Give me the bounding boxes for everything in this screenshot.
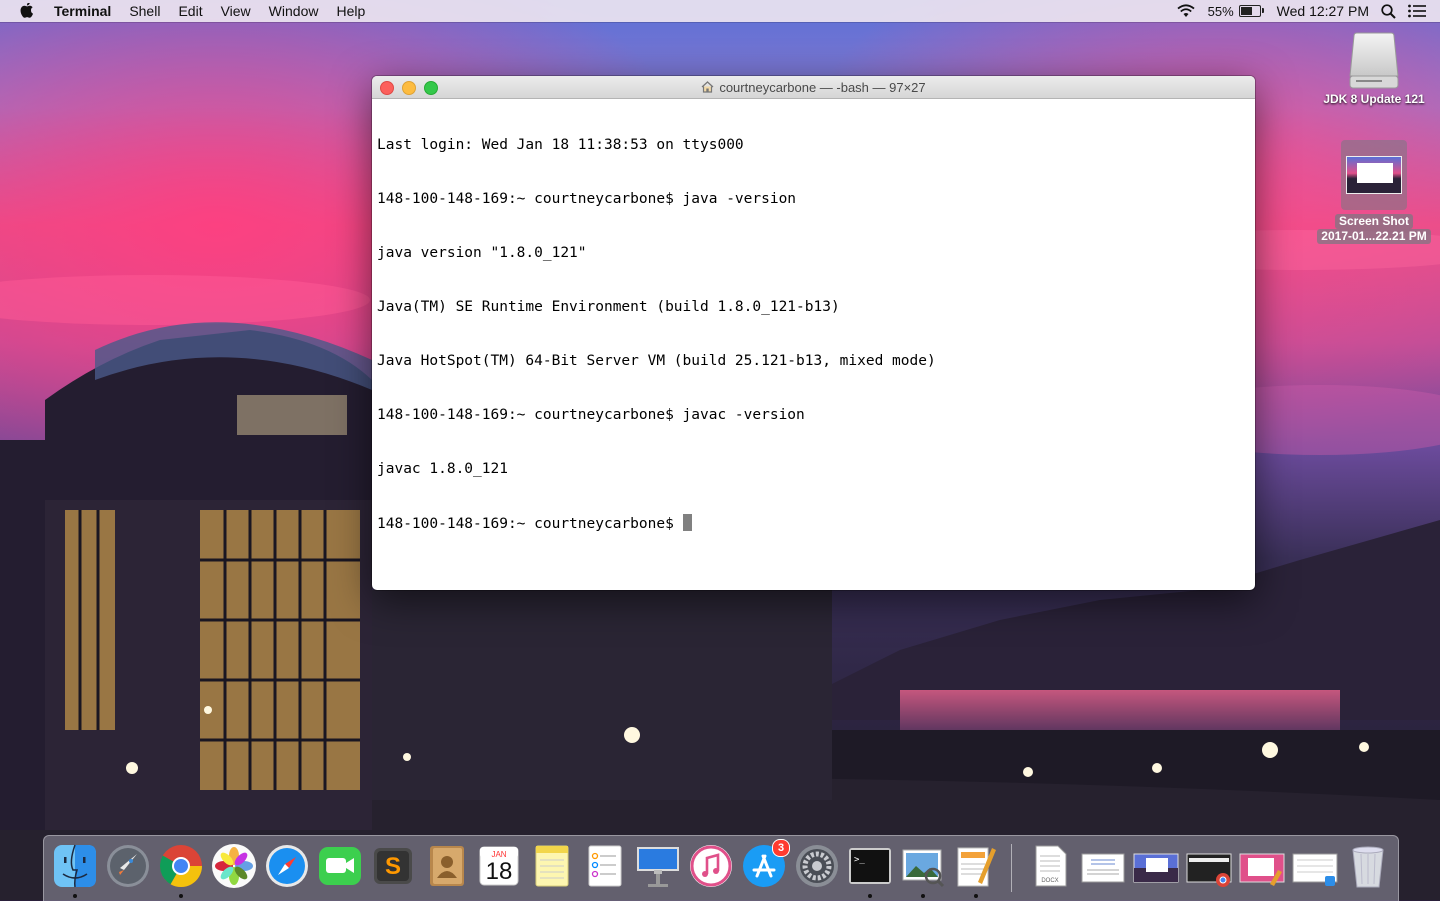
- window-title: courtneycarbone — -bash — 97×27: [719, 79, 926, 95]
- menu-shell[interactable]: Shell: [120, 0, 169, 22]
- finder-icon: [54, 844, 96, 888]
- dock-reminders[interactable]: [581, 842, 629, 890]
- dock-recent-pages-window[interactable]: [1238, 842, 1286, 890]
- launchpad-icon: [107, 845, 149, 887]
- dock-calendar[interactable]: JAN 18: [475, 842, 523, 890]
- menu-edit[interactable]: Edit: [169, 0, 211, 22]
- terminal-output[interactable]: Last login: Wed Jan 18 11:38:53 on ttys0…: [372, 99, 1255, 569]
- contacts-icon: [430, 846, 464, 886]
- wifi-icon[interactable]: [1176, 4, 1196, 18]
- menu-bar: Terminal Shell Edit View Window Help 55%…: [0, 0, 1440, 22]
- terminal-line: Last login: Wed Jan 18 11:38:53 on ttys0…: [377, 137, 744, 153]
- dock-launchpad[interactable]: [104, 842, 152, 890]
- terminal-line: Java HotSpot(TM) 64-Bit Server VM (build…: [377, 353, 936, 369]
- dock-recent-screenshot[interactable]: [1132, 842, 1180, 890]
- system-preferences-icon: [796, 845, 838, 887]
- running-indicator: [921, 894, 925, 898]
- zoom-button[interactable]: [424, 81, 438, 95]
- dock-recent-document[interactable]: [1079, 842, 1127, 890]
- terminal-line: 148-100-148-169:~ courtneycarbone$ java …: [377, 191, 797, 207]
- terminal-line: Java(TM) SE Runtime Environment (build 1…: [377, 299, 840, 315]
- menu-app-terminal[interactable]: Terminal: [54, 0, 120, 22]
- dock-finder[interactable]: [51, 842, 99, 890]
- dock-chrome[interactable]: [157, 842, 205, 890]
- chrome-window-thumbnail-icon: [1186, 853, 1232, 887]
- dock-photos[interactable]: [210, 842, 258, 890]
- running-indicator: [179, 894, 183, 898]
- dock-facetime[interactable]: [316, 842, 364, 890]
- dock-contacts[interactable]: [422, 842, 470, 890]
- finder-window-thumbnail-icon: [1292, 853, 1338, 886]
- terminal-window[interactable]: courtneycarbone — -bash — 97×27 Last log…: [372, 76, 1255, 590]
- shell-prompt: 148-100-148-169:~ courtneycarbone$: [377, 516, 683, 532]
- preview-icon: [902, 849, 945, 888]
- battery-status[interactable]: 55%: [1207, 3, 1264, 19]
- photos-icon: [212, 844, 256, 888]
- calendar-day: 18: [485, 858, 513, 885]
- battery-percent: 55%: [1207, 3, 1234, 19]
- desktop-icon-jdk[interactable]: JDK 8 Update 121: [1309, 30, 1439, 107]
- dock-system-preferences[interactable]: [793, 842, 841, 890]
- battery-icon: [1238, 5, 1264, 17]
- pages-window-thumbnail-icon: [1239, 853, 1285, 886]
- desktop-icon-screenshot[interactable]: Screen Shot 2017-01...22.21 PM: [1309, 140, 1439, 244]
- minimize-button[interactable]: [402, 81, 416, 95]
- apple-menu-icon[interactable]: [20, 0, 36, 22]
- terminal-icon: >_: [849, 848, 891, 884]
- keynote-icon: [637, 847, 679, 887]
- dock-notes[interactable]: [528, 842, 576, 890]
- screenshot-thumbnail: [1341, 140, 1407, 210]
- reminders-icon: [588, 845, 622, 887]
- window-titlebar[interactable]: courtneycarbone — -bash — 97×27: [372, 76, 1255, 99]
- menu-view[interactable]: View: [212, 0, 260, 22]
- clock[interactable]: Wed 12:27 PM: [1277, 3, 1369, 19]
- dock-docx-document[interactable]: DOCX: [1026, 842, 1074, 890]
- textedit-icon: [957, 847, 996, 887]
- running-indicator: [974, 894, 978, 898]
- menu-help[interactable]: Help: [327, 0, 374, 22]
- notification-center-icon[interactable]: [1408, 4, 1426, 18]
- itunes-icon: [690, 845, 732, 887]
- dock-terminal[interactable]: >_: [846, 842, 894, 890]
- running-indicator: [868, 894, 872, 898]
- trash-icon: [1352, 846, 1384, 888]
- screenshot-thumbnail-icon: [1133, 853, 1179, 883]
- terminal-line: javac 1.8.0_121: [377, 461, 508, 477]
- dock-recent-chrome-window[interactable]: [1185, 842, 1233, 890]
- dock-keynote[interactable]: [634, 842, 682, 890]
- drive-icon: [1349, 32, 1399, 89]
- terminal-line: java version "1.8.0_121": [377, 245, 587, 261]
- dock: S JAN 18 3 >_ DOCX: [43, 835, 1399, 901]
- dock-textedit[interactable]: [952, 842, 1000, 890]
- desktop-icon-label-line2: 2017-01...22.21 PM: [1317, 229, 1431, 244]
- running-indicator: [73, 894, 77, 898]
- dock-safari[interactable]: [263, 842, 311, 890]
- dock-sublime-text[interactable]: S: [369, 842, 417, 890]
- document-thumbnail-icon: [1081, 853, 1125, 883]
- svg-text:>_: >_: [854, 855, 865, 865]
- chrome-icon: [159, 845, 202, 888]
- svg-text:S: S: [385, 853, 401, 880]
- menu-window[interactable]: Window: [260, 0, 328, 22]
- dock-recent-finder-window[interactable]: [1291, 842, 1339, 890]
- close-button[interactable]: [380, 81, 394, 95]
- dock-trash[interactable]: [1344, 842, 1392, 890]
- notification-badge: 3: [772, 839, 790, 857]
- dock-app-store[interactable]: 3: [740, 839, 790, 890]
- facetime-icon: [319, 847, 361, 885]
- home-folder-icon: [701, 81, 714, 93]
- dock-itunes[interactable]: [687, 842, 735, 890]
- document-type-label: DOCX: [1041, 878, 1059, 884]
- terminal-line: 148-100-148-169:~ courtneycarbone$ javac…: [377, 407, 805, 423]
- text-cursor: [682, 514, 692, 531]
- safari-icon: [266, 845, 308, 887]
- dock-separator: [1011, 844, 1012, 892]
- terminal-prompt-line[interactable]: 148-100-148-169:~ courtneycarbone$: [377, 514, 1250, 532]
- notes-icon: [535, 845, 569, 887]
- spotlight-search-icon[interactable]: [1381, 3, 1396, 19]
- desktop-icon-label-line1: Screen Shot: [1334, 214, 1414, 229]
- dock-preview[interactable]: [899, 842, 947, 890]
- sublime-icon: S: [374, 848, 412, 884]
- desktop-icon-label: JDK 8 Update 121: [1323, 92, 1425, 106]
